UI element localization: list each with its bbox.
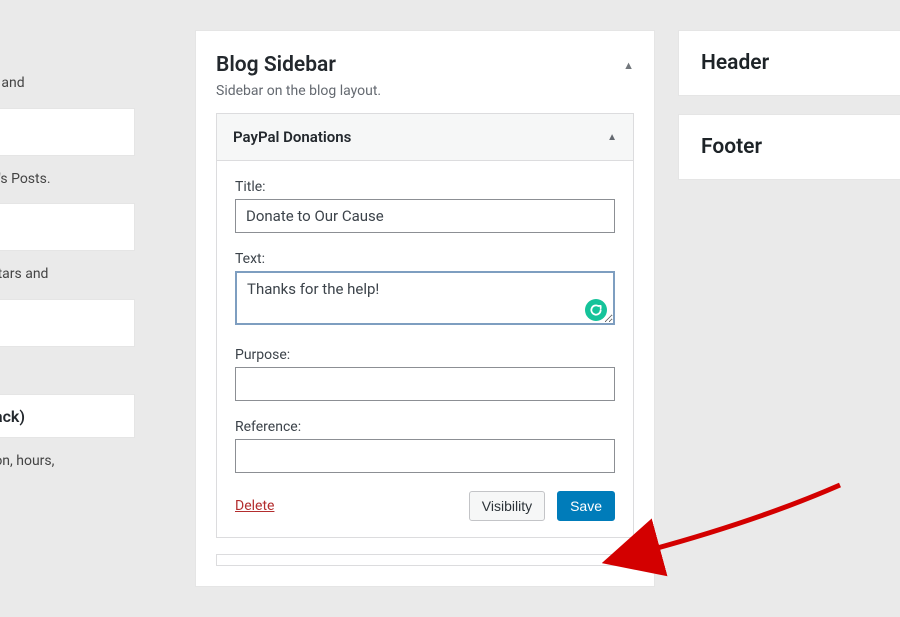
widget-area-panel: Blog Sidebar ▲ Sidebar on the blog layou… (195, 30, 655, 587)
save-button[interactable]: Save (557, 491, 615, 521)
widget-header[interactable]: PayPal Donations ▲ (217, 114, 633, 161)
widget-header-title: PayPal Donations (233, 128, 351, 146)
widget-body: Title: Text: Purpose: Reference: (217, 161, 633, 537)
widget-area-description: Sidebar on the blog layout. (216, 83, 634, 113)
purpose-label: Purpose: (235, 347, 615, 363)
left-snippet: vidget and (0, 70, 135, 108)
widget-area-title-row[interactable]: Blog Sidebar ▲ (216, 31, 634, 83)
left-snippet: Posts. (0, 357, 135, 395)
field-title: Title: (235, 179, 615, 233)
field-reference: Reference: (235, 419, 615, 473)
title-label: Title: (235, 179, 615, 195)
widget-area-title: Blog Sidebar (216, 53, 336, 77)
widget-placeholder[interactable] (216, 554, 634, 566)
widgets-available-list: vidget and ur site's Posts. th avatars a… (0, 70, 135, 486)
field-text: Text: (235, 251, 615, 329)
grammarly-icon[interactable] (585, 299, 607, 321)
visibility-button[interactable]: Visibility (469, 491, 545, 521)
widget-available-item[interactable] (0, 299, 135, 347)
purpose-input[interactable] (235, 367, 615, 401)
reference-label: Reference: (235, 419, 615, 435)
widget-area-header[interactable]: Header (678, 30, 900, 96)
field-purpose: Purpose: (235, 347, 615, 401)
widget-available-item[interactable]: etpack) (0, 394, 135, 438)
chevron-up-icon: ▲ (607, 132, 617, 143)
left-snippet: ur site's Posts. (0, 166, 135, 204)
widget-actions: Delete Visibility Save (235, 491, 615, 521)
left-snippet: location, hours, (0, 448, 135, 486)
left-snippet: th avatars and (0, 261, 135, 299)
widget-available-item[interactable] (0, 203, 135, 251)
collapse-icon: ▲ (623, 59, 634, 72)
widget-area-footer[interactable]: Footer (678, 114, 900, 180)
delete-link[interactable]: Delete (235, 498, 274, 514)
right-widget-areas: Header Footer (678, 30, 900, 198)
widget-available-item[interactable] (0, 108, 135, 156)
text-textarea[interactable] (235, 271, 615, 325)
widget-paypal-donations: PayPal Donations ▲ Title: Text: Purpose: (216, 113, 634, 538)
reference-input[interactable] (235, 439, 615, 473)
title-input[interactable] (235, 199, 615, 233)
text-label: Text: (235, 251, 615, 267)
